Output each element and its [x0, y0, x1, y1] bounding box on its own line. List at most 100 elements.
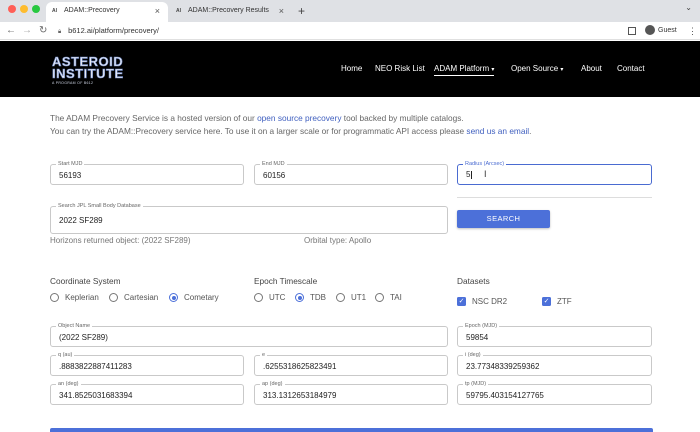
- text-cursor: [471, 170, 473, 179]
- an-field[interactable]: an (deg) 341.8525031683394: [50, 380, 244, 405]
- open-source-precovery-link[interactable]: open source precovery: [257, 113, 341, 123]
- site-favicon-icon: AI: [176, 8, 181, 14]
- i-label: i (deg): [463, 351, 483, 359]
- end-mjd-value: 60156: [263, 171, 286, 180]
- new-tab-button[interactable]: +: [298, 3, 305, 19]
- radio-keplerian-label: Keplerian: [65, 293, 99, 302]
- nav-open-source[interactable]: Open Source ▾: [511, 64, 563, 73]
- submit-button[interactable]: [50, 428, 653, 432]
- epoch-mjd-value: 59854: [466, 333, 489, 342]
- reload-icon[interactable]: ↻: [39, 24, 47, 38]
- logo-line2: INSTITUTE: [52, 66, 124, 81]
- i-field[interactable]: i (deg) 23.77348339259362: [457, 351, 652, 376]
- e-field[interactable]: e .6255318625823491: [254, 351, 448, 376]
- search-button[interactable]: SEARCH: [457, 210, 550, 228]
- radius-value-text: 5: [466, 170, 471, 179]
- jpl-search-value: 2022 SF289: [59, 216, 103, 225]
- start-mjd-value: 56193: [59, 171, 82, 180]
- radio-tai[interactable]: [375, 293, 384, 302]
- end-mjd-label: End MJD: [260, 160, 287, 168]
- checkbox-ztf-label: ZTF: [557, 297, 572, 306]
- radio-tdb-label: TDB: [310, 293, 326, 302]
- epoch-timescale-title: Epoch Timescale: [254, 276, 318, 286]
- horizons-result-text: Horizons returned object: (2022 SF289): [50, 236, 191, 245]
- coordinate-system-title: Coordinate System: [50, 276, 121, 286]
- divider: [457, 197, 652, 198]
- browser-tab-precovery[interactable]: AI ADAM::Precovery ×: [46, 2, 168, 22]
- tab-search-icon[interactable]: ⌄: [685, 3, 692, 12]
- object-name-value: (2022 SF289): [59, 333, 108, 342]
- radio-cartesian[interactable]: [109, 293, 118, 302]
- e-value: .6255318625823491: [263, 362, 337, 371]
- ap-label: ap (deg): [260, 380, 285, 388]
- ap-value: 313.1312653184979: [263, 391, 337, 400]
- jpl-search-label: Search JPL Small Body Database: [56, 202, 143, 210]
- tab-title: ADAM::Precovery: [64, 7, 120, 14]
- nav-adam-platform-label: ADAM Platform: [434, 64, 490, 73]
- browser-tab-bar: AI ADAM::Precovery × AI ADAM::Precovery …: [0, 0, 700, 22]
- radio-cometary[interactable]: [169, 293, 178, 302]
- forward-icon[interactable]: →: [22, 24, 32, 38]
- profile-button[interactable]: Guest: [645, 24, 677, 38]
- minimize-window-icon[interactable]: [20, 5, 28, 13]
- radio-ut1[interactable]: [336, 293, 345, 302]
- radio-tdb[interactable]: [295, 293, 304, 302]
- address-bar[interactable]: 🔒︎ b612.ai/platform/precovery/: [58, 24, 608, 38]
- start-mjd-field[interactable]: Start MJD 56193: [50, 160, 244, 185]
- intro-text: .: [529, 126, 532, 136]
- object-name-field[interactable]: Object Name (2022 SF289): [50, 322, 448, 347]
- checkbox-nsc-dr2-label: NSC DR2: [472, 297, 508, 306]
- zoom-window-icon[interactable]: [32, 5, 40, 13]
- nav-contact[interactable]: Contact: [617, 64, 645, 73]
- q-field[interactable]: q (au) .8883822887411283: [50, 351, 244, 376]
- radius-value: 5: [466, 170, 473, 179]
- mouse-ibeam-cursor-icon: I: [484, 169, 487, 179]
- radio-cometary-label: Cometary: [184, 293, 219, 302]
- chevron-down-icon: ▾: [560, 67, 564, 73]
- chevron-down-icon: ▾: [491, 67, 495, 73]
- ap-field[interactable]: ap (deg) 313.1312653184979: [254, 380, 448, 405]
- checkbox-ztf[interactable]: ✓: [542, 297, 551, 306]
- end-mjd-field[interactable]: End MJD 60156: [254, 160, 448, 185]
- side-panel-icon[interactable]: [628, 27, 636, 35]
- site-header: ASTEROID INSTITUTE A PROGRAM OF B612 Hom…: [0, 41, 700, 97]
- nav-open-source-label: Open Source: [511, 64, 559, 73]
- radio-tai-label: TAI: [390, 293, 402, 302]
- radio-keplerian[interactable]: [50, 293, 59, 302]
- nav-neo-risk-list[interactable]: NEO Risk List: [375, 64, 425, 73]
- browser-menu-icon[interactable]: ⋮: [688, 24, 697, 38]
- q-value: .8883822887411283: [59, 362, 132, 371]
- orbital-type-text: Orbital type: Apollo: [304, 236, 372, 245]
- url-text: b612.ai/platform/precovery/: [68, 26, 159, 35]
- nav-about[interactable]: About: [581, 64, 602, 73]
- q-label: q (au): [56, 351, 75, 359]
- tp-field[interactable]: tp (MJD) 59795.403154127765: [457, 380, 652, 405]
- datasets-title: Datasets: [457, 276, 490, 286]
- nav-home[interactable]: Home: [341, 64, 362, 73]
- close-window-icon[interactable]: [8, 5, 16, 13]
- i-value: 23.77348339259362: [466, 362, 540, 371]
- back-icon[interactable]: ←: [6, 24, 16, 38]
- tp-label: tp (MJD): [463, 380, 489, 388]
- jpl-search-input[interactable]: Search JPL Small Body Database 2022 SF28…: [50, 202, 448, 234]
- object-name-label: Object Name: [56, 322, 93, 330]
- tp-value: 59795.403154127765: [466, 391, 544, 400]
- checkbox-nsc-dr2[interactable]: ✓: [457, 297, 466, 306]
- intro-text: tool backed by multiple catalogs.: [341, 113, 464, 123]
- nav-adam-platform[interactable]: ADAM Platform ▾: [434, 64, 495, 76]
- close-tab-icon[interactable]: ×: [155, 2, 160, 20]
- intro-text: The ADAM Precovery Service is a hosted v…: [50, 113, 258, 123]
- epoch-mjd-label: Epoch (MJD): [463, 322, 500, 330]
- intro-line-2: You can try the ADAM::Precovery service …: [50, 126, 531, 136]
- an-label: an (deg): [56, 380, 81, 388]
- send-email-link[interactable]: send us an email: [466, 126, 529, 136]
- radio-utc[interactable]: [254, 293, 263, 302]
- asteroid-institute-logo[interactable]: ASTEROID INSTITUTE A PROGRAM OF B612: [52, 55, 124, 86]
- close-tab-icon[interactable]: ×: [279, 2, 284, 20]
- browser-tab-precovery-results[interactable]: AI ADAM::Precovery Results ×: [170, 2, 292, 22]
- intro-line-1: The ADAM Precovery Service is a hosted v…: [50, 113, 464, 123]
- epoch-mjd-field[interactable]: Epoch (MJD) 59854: [457, 322, 652, 347]
- lock-icon: 🔒︎: [58, 29, 62, 35]
- an-value: 341.8525031683394: [59, 391, 133, 400]
- avatar: [645, 25, 655, 36]
